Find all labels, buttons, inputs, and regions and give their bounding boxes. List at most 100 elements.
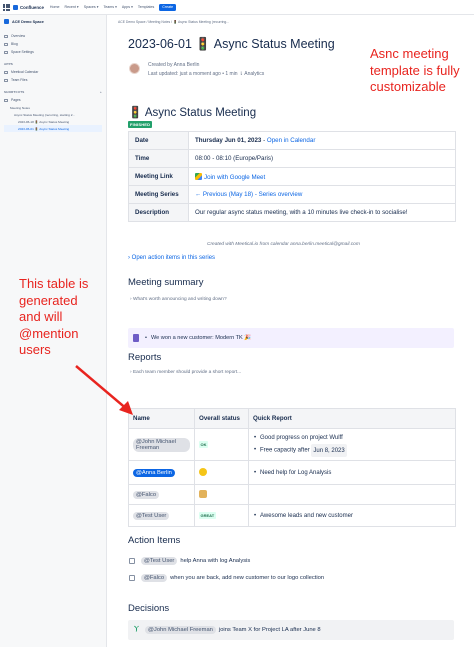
task-item: @Test User help Anna with log Analysis	[129, 557, 250, 565]
user-mention[interactable]: @John Michael Freeman	[133, 437, 190, 452]
table-row: Meeting Series ← Previous (May 18) - Ser…	[128, 185, 456, 204]
tree-item[interactable]: Meeting Notes	[4, 104, 102, 111]
user-mention[interactable]: @Test User	[141, 557, 178, 565]
smile-emoji-icon	[199, 467, 207, 476]
annotation-table: This table is generated and will @mentio…	[19, 276, 89, 357]
table-row: @John Michael Freeman OK Good progress o…	[128, 428, 456, 461]
nav-home[interactable]: Home	[50, 5, 60, 9]
status-cell: OK	[194, 428, 249, 461]
list-item: Need help for Log Analysis	[253, 467, 451, 479]
open-action-items-expand[interactable]: › Open action items in this series	[128, 255, 215, 261]
nav-teams[interactable]: Teams ▾	[104, 5, 117, 9]
status-badge: FINISHED	[128, 121, 153, 128]
status-lozenge: GREAT	[199, 511, 216, 519]
task-item: @Falco when you are back, add new custom…	[129, 574, 324, 582]
row-label: Meeting Link	[128, 167, 189, 186]
nav-apps[interactable]: Apps ▾	[122, 5, 133, 9]
list-item: Free capacity after Jun 8, 2023	[253, 444, 451, 457]
user-mention[interactable]: @Test User	[133, 511, 170, 520]
sidebar-item-meetical[interactable]: Meetical Calendar	[4, 68, 102, 76]
task-text: when you are back, add new customer to o…	[170, 575, 325, 581]
report-cell: Awesome leads and new customer	[248, 504, 456, 527]
task-text: help Anna with log Analysis	[180, 558, 251, 564]
row-label: Time	[128, 149, 189, 168]
tree-item-selected[interactable]: 2023-06-01 🚦 Async Status Meeting	[4, 125, 102, 132]
summary-heading: Meeting summary	[128, 277, 204, 288]
report-cell: Need help for Log Analysis	[248, 460, 456, 485]
reports-hint[interactable]: › Each team member should provide a shor…	[130, 370, 241, 375]
overview-icon	[4, 34, 8, 38]
name-cell: @John Michael Freeman	[128, 428, 195, 461]
date-chip[interactable]: Jun 8, 2023	[311, 444, 347, 457]
blog-icon	[4, 42, 8, 46]
page-title: 2023-06-01 🚦 Async Status Meeting	[128, 37, 335, 51]
nav-recent[interactable]: Recent ▾	[65, 5, 79, 9]
report-cell: Good progress on project Wulff Free capa…	[248, 428, 456, 461]
row-label: Date	[128, 131, 189, 150]
table-row: @Falco	[128, 484, 456, 505]
meeting-heading: 🚦 Async Status Meeting	[128, 107, 257, 119]
row-value: 08:00 - 08:10 (Europe/Paris)	[188, 149, 456, 168]
action-items-heading: Action Items	[128, 535, 181, 546]
row-value: Thursday Jun 01, 2023 - Open in Calendar	[188, 131, 456, 150]
note-icon	[133, 334, 139, 342]
sidebar-item-team-files[interactable]: Team Files	[4, 76, 102, 84]
add-shortcut-icon[interactable]: +	[100, 90, 102, 96]
decision-text: joins Team X for Project LA after June 8	[218, 627, 321, 633]
breadcrumb[interactable]: ACE Demo Space / Meeting Notes / 🚦 Async…	[118, 20, 229, 24]
join-meet-link[interactable]: Join with Google Meet	[204, 174, 265, 181]
files-icon	[4, 78, 8, 82]
chevron-right-icon: ›	[128, 255, 130, 261]
sidebar-item-pages[interactable]: Pages	[4, 96, 102, 104]
name-cell: @Falco	[128, 484, 195, 505]
open-calendar-link[interactable]: Open in Calendar	[267, 137, 316, 144]
table-header-row: Name Overall status Quick Report	[128, 408, 456, 429]
space-header[interactable]: ACE Demo Space	[4, 19, 102, 24]
row-value: ← Previous (May 18) - Series overview	[188, 185, 456, 204]
beach-emoji-icon	[199, 489, 207, 498]
task-checkbox[interactable]	[129, 558, 135, 564]
table-row: @Test User GREAT Awesome leads and new c…	[128, 504, 456, 527]
name-cell: @Anna Berlin	[128, 460, 195, 485]
col-quick-report: Quick Report	[248, 408, 456, 429]
list-item: Good progress on project Wulff	[253, 432, 451, 444]
nav-templates[interactable]: Templates	[138, 5, 154, 9]
series-link[interactable]: ← Previous (May 18) - Series overview	[195, 191, 302, 198]
settings-icon	[4, 50, 8, 54]
summary-note-panel: • We won a new customer: Modern TK 🎉	[128, 328, 454, 348]
task-checkbox[interactable]	[129, 575, 135, 581]
confluence-logo[interactable]: Confluence	[13, 4, 44, 10]
row-value: Our regular async status meeting, with a…	[188, 203, 456, 222]
calendar-icon	[4, 70, 8, 74]
user-mention[interactable]: @Falco	[141, 574, 168, 582]
decision-item: Ⲩ @John Michael Freeman joins Team X for…	[128, 620, 454, 640]
decision-icon: Ⲩ	[134, 626, 140, 633]
status-lozenge: OK	[199, 440, 208, 448]
meeting-info-table: Date Thursday Jun 01, 2023 - Open in Cal…	[128, 131, 456, 222]
user-mention[interactable]: @Anna Berlin	[133, 468, 175, 477]
sidebar-item-blog[interactable]: Blog	[4, 40, 102, 48]
name-cell: @Test User	[128, 504, 195, 527]
table-row: Date Thursday Jun 01, 2023 - Open in Cal…	[128, 131, 456, 150]
sidebar-item-space-settings[interactable]: Space Settings	[4, 48, 102, 56]
user-mention[interactable]: @John Michael Freeman	[145, 626, 216, 634]
sidebar-item-overview[interactable]: Overview	[4, 32, 102, 40]
author-avatar[interactable]	[129, 63, 140, 74]
confluence-icon	[13, 4, 18, 10]
table-row: Time 08:00 - 08:10 (Europe/Paris)	[128, 149, 456, 168]
nav-spaces[interactable]: Spaces ▾	[84, 5, 99, 9]
summary-hint[interactable]: › What's worth announcing and writing do…	[130, 297, 227, 302]
pages-icon	[4, 98, 8, 102]
create-button[interactable]: Create	[159, 3, 177, 11]
tree-item[interactable]: Async Status Meeting (recurring, startin…	[4, 111, 102, 118]
page-content: ACE Demo Space / Meeting Notes / 🚦 Async…	[107, 15, 474, 647]
app-switcher-icon[interactable]	[3, 3, 10, 11]
google-meet-icon	[195, 172, 202, 180]
table-row: @Anna Berlin Need help for Log Analysis	[128, 460, 456, 485]
user-mention[interactable]: @Falco	[133, 490, 160, 499]
row-value: Join with Google Meet	[188, 167, 456, 186]
space-icon	[4, 19, 9, 24]
tree-item[interactable]: 2023-06-18 🚦 Async Status Meeting	[4, 118, 102, 125]
last-updated: Last updated: just a moment ago • 1 min …	[148, 71, 265, 77]
annotation-arrow	[75, 365, 133, 415]
